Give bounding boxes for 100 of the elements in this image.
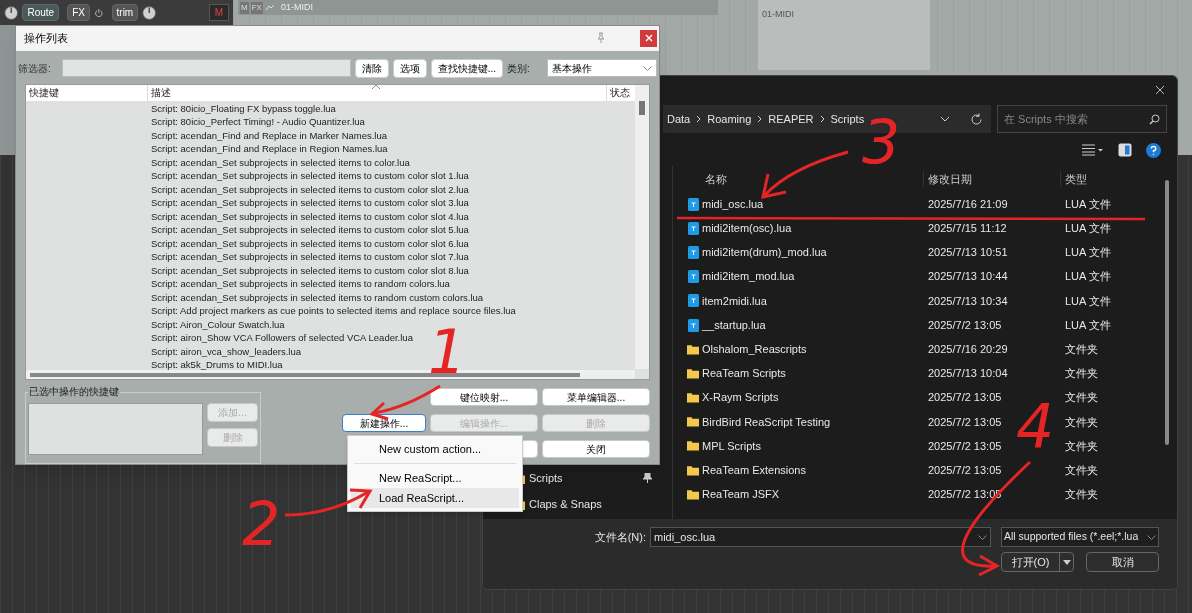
file-name: midi_osc.lua: [701, 196, 765, 212]
file-name: ReaTeam Extensions: [701, 462, 807, 478]
file-name: Olshalom_Reascripts: [701, 341, 808, 357]
dropdown-caret-icon[interactable]: [1147, 534, 1156, 540]
column-header: 快捷键: [26, 84, 148, 101]
file-type: LUA 文件: [1064, 317, 1111, 333]
file-type: 文件夹: [1064, 438, 1098, 454]
dropdown-icon[interactable]: [940, 116, 950, 122]
search-icon: [1149, 113, 1160, 125]
file-date: 2025/7/15 11:12: [927, 221, 1008, 237]
file-date: 2025/7/13 10:51: [927, 245, 1009, 261]
dialog-button[interactable]: 键位映射...: [430, 388, 538, 406]
dialog-button[interactable]: 新建操作...: [342, 414, 426, 432]
column-header: 描述: [148, 84, 607, 101]
file-name: __startup.lua: [701, 317, 767, 333]
dropdown-caret-icon[interactable]: [978, 534, 987, 540]
file-type: 文件夹: [1064, 462, 1098, 478]
open-button[interactable]: 打开(O): [1001, 552, 1074, 572]
filename-label: 文件名(N):: [594, 529, 646, 545]
category-label: 类别:: [507, 61, 531, 76]
file-name: midi2item_mod.lua: [701, 269, 796, 285]
filter-label: 筛选器:: [18, 61, 52, 76]
chevron-icon: [819, 115, 825, 123]
item-name: 01-MIDI: [762, 9, 794, 19]
pin-icon[interactable]: [643, 473, 652, 483]
file-type: 文件夹: [1064, 390, 1098, 406]
help-icon[interactable]: [1146, 142, 1161, 158]
file-type: 文件夹: [1064, 414, 1098, 430]
file-date: 2025/7/2 13:05: [927, 317, 1003, 333]
breadcrumb-item[interactable]: REAPER: [768, 110, 814, 128]
sort-caret-icon: [372, 83, 380, 89]
file-date: 2025/7/13 10:44: [927, 269, 1009, 285]
breadcrumb-item[interactable]: Roaming: [707, 110, 752, 128]
file-type: LUA 文件: [1064, 221, 1111, 237]
envelope-icon: [264, 3, 275, 12]
file-date: 2025/7/2 13:05: [927, 462, 1003, 478]
knob-icon[interactable]: [4, 3, 19, 22]
file-name: X-Raym Scripts: [701, 390, 780, 406]
breadcrumb-item[interactable]: Data: [667, 110, 691, 128]
file-type: LUA 文件: [1064, 245, 1111, 261]
dialog-button[interactable]: 关闭: [542, 440, 650, 458]
close-icon[interactable]: [1155, 85, 1165, 95]
column-header: 状态: [609, 85, 630, 100]
file-date: 2025/7/16 21:09: [927, 196, 1009, 212]
file-name: MPL Scripts: [701, 438, 762, 454]
file-name: midi2item(osc).lua: [701, 221, 793, 237]
file-date: 2025/7/2 13:05: [927, 438, 1003, 454]
script-file-icon: [687, 245, 699, 259]
file-type: LUA 文件: [1064, 196, 1111, 212]
file-name: BirdBird ReaScript Testing: [701, 414, 832, 430]
file-type: 文件夹: [1064, 487, 1098, 503]
filter-option-button[interactable]: 清除: [354, 58, 389, 78]
vertical-scrollbar[interactable]: [1165, 180, 1169, 445]
cancel-button[interactable]: 取消: [1086, 552, 1159, 572]
caret-icon[interactable]: [1062, 559, 1071, 565]
power-icon[interactable]: [93, 6, 104, 19]
dialog-button[interactable]: 菜单编辑器...: [542, 388, 650, 406]
close-icon: [644, 34, 653, 43]
file-type: LUA 文件: [1064, 293, 1111, 309]
annotation-arrow: [369, 384, 441, 421]
column-header[interactable]: 类型: [1060, 170, 1087, 188]
search-field[interactable]: 在 Scripts 中搜索: [997, 105, 1167, 133]
close-button[interactable]: [640, 29, 657, 47]
script-file-icon: [687, 221, 699, 235]
script-file-icon: [687, 318, 699, 332]
filter-field[interactable]: [61, 59, 351, 78]
file-name: ReaTeam JSFX: [701, 487, 781, 503]
group-title: 已选中操作的快捷键: [28, 384, 120, 399]
filter-option-button[interactable]: 选项: [392, 58, 427, 78]
knob-icon[interactable]: [142, 3, 157, 22]
chevron-icon: [757, 115, 763, 123]
file-date: 2025/7/16 20:29: [927, 341, 1009, 357]
list-view-icon[interactable]: [1082, 144, 1104, 156]
menu-item[interactable]: Load ReaScript...: [351, 488, 519, 508]
file-date: 2025/7/13 10:04: [927, 366, 1009, 382]
trim-button[interactable]: trim: [111, 4, 139, 21]
column-header[interactable]: 修改日期: [923, 170, 1060, 188]
filename-field[interactable]: midi_osc.lua: [650, 527, 991, 547]
file-name: item2midi.lua: [701, 293, 768, 309]
fx-button[interactable]: FX: [67, 4, 90, 21]
file-date: 2025/7/2 13:05: [927, 390, 1003, 406]
file-type-select[interactable]: All supported files (*.eel;*.lua: [1001, 527, 1159, 547]
mute-button[interactable]: M: [208, 4, 229, 21]
file-name: ReaTeam Scripts: [701, 366, 787, 382]
route-button[interactable]: Route: [22, 4, 60, 21]
annotation-number: 4: [1016, 396, 1055, 456]
refresh-icon[interactable]: [970, 112, 983, 126]
menu-item[interactable]: New custom action...: [351, 439, 519, 459]
file-date: 2025/7/2 13:05: [927, 414, 1003, 430]
annotation-number: 2: [242, 494, 281, 554]
window-title: 操作列表: [24, 31, 69, 47]
filter-option-button[interactable]: 查找快捷键...: [430, 58, 504, 78]
vertical-scrollbar[interactable]: [635, 84, 649, 369]
file-name: midi2item(drum)_mod.lua: [701, 245, 828, 261]
preview-pane-icon[interactable]: [1118, 143, 1132, 157]
script-file-icon: [687, 197, 699, 211]
breadcrumb-item[interactable]: Scripts: [830, 110, 865, 128]
column-header[interactable]: 名称: [683, 170, 923, 188]
category-select[interactable]: 基本操作: [547, 59, 657, 78]
chevron-icon: [696, 115, 702, 123]
